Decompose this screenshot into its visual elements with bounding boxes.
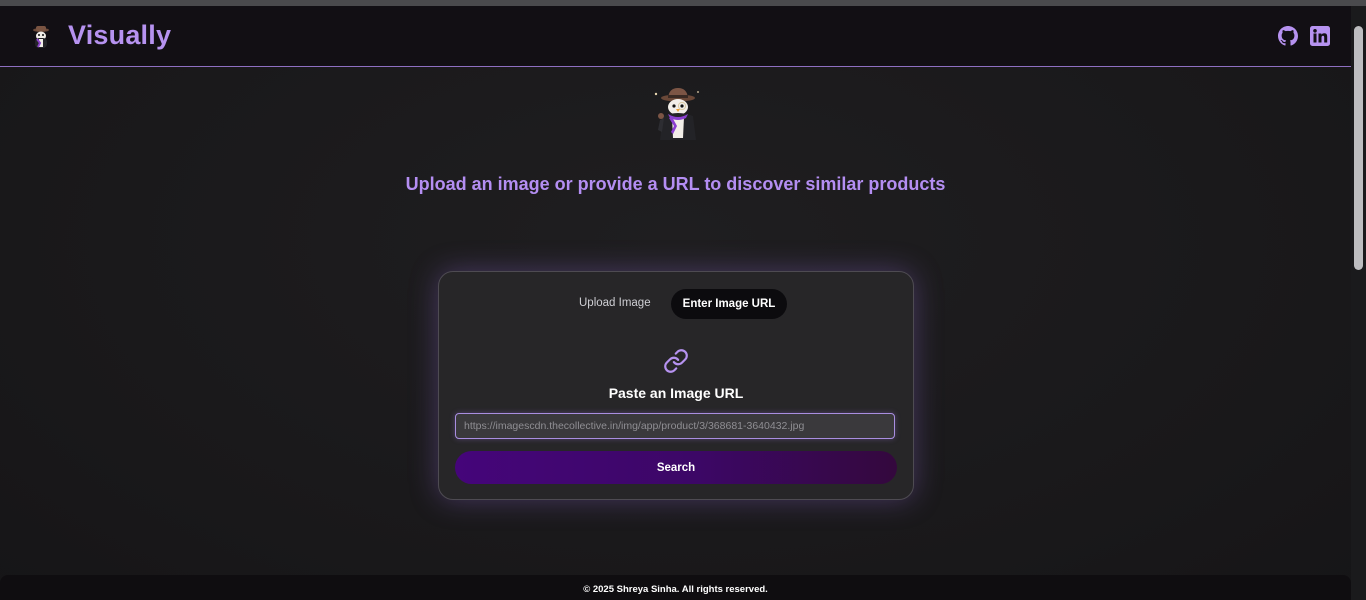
page: Visually Upload an image or provide a UR… (0, 6, 1351, 600)
image-url-input[interactable] (455, 413, 895, 439)
detective-penguin-mascot (654, 88, 699, 140)
search-button[interactable]: Search (455, 451, 897, 484)
tab-upload-image[interactable]: Upload Image (579, 297, 651, 309)
card-title: Paste an Image URL (608, 385, 744, 401)
scrollbar-thumb[interactable] (1354, 26, 1363, 270)
vertical-scrollbar[interactable] (1351, 6, 1366, 600)
github-icon[interactable] (1278, 26, 1298, 46)
detective-penguin-icon (33, 26, 49, 48)
brand-title[interactable]: Visually (68, 20, 171, 51)
page-headline: Upload an image or provide a URL to disc… (405, 174, 946, 194)
copyright-text: © 2025 Shreya Sinha. All rights reserved… (583, 584, 768, 595)
linkedin-icon[interactable] (1310, 26, 1330, 46)
app-header: Visually (0, 6, 1351, 67)
search-card: Upload Image Enter Image URL Paste an Im… (438, 271, 914, 500)
page-footer: © 2025 Shreya Sinha. All rights reserved… (0, 575, 1351, 600)
link-icon (664, 349, 688, 373)
tab-enter-image-url[interactable]: Enter Image URL (671, 289, 787, 319)
